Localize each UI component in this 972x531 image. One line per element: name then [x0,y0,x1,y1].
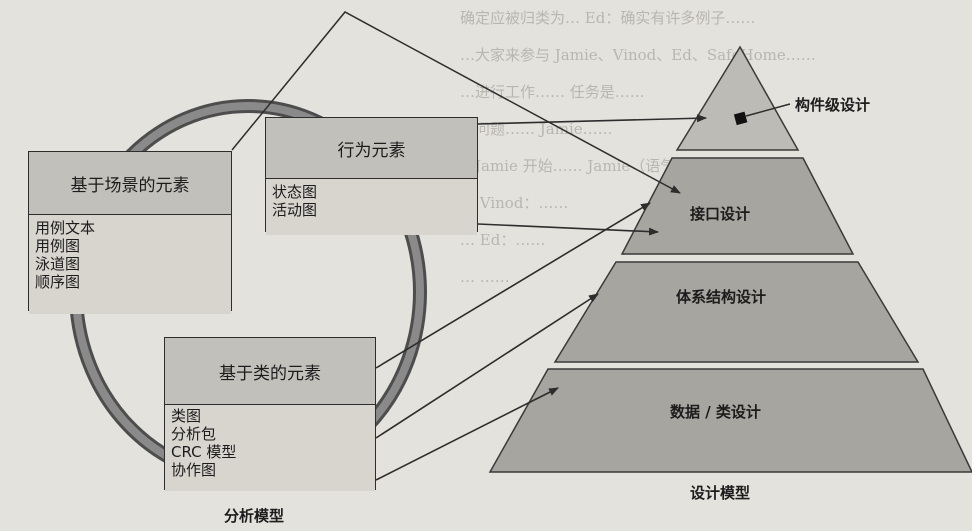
scenario-elements-list: 用例文本 用例图 泳道图 顺序图 [29,215,231,314]
behavior-to-interface-arrow [477,223,659,236]
layer-label-data-class: 数据 / 类设计 [670,403,761,421]
scenario-elements-box: 基于场景的元素 用例文本 用例图 泳道图 顺序图 [28,151,232,314]
list-item: 顺序图 [35,273,81,291]
behavior-to-component-arrow [477,114,707,125]
list-item: 状态图 [272,183,318,201]
scenario-elements-title: 基于场景的元素 [29,152,231,215]
list-item: 协作图 [171,461,217,479]
class-elements-box: 基于类的元素 类图 分析包 CRC 模型 协作图 [164,337,376,491]
list-item: CRC 模型 [171,443,237,461]
class-elements-list: 类图 分析包 CRC 模型 协作图 [165,405,375,491]
behavior-elements-box: 行为元素 状态图 活动图 [265,117,478,235]
list-item: 泳道图 [35,255,81,273]
behavior-elements-title: 行为元素 [266,118,477,179]
behavior-elements-list: 状态图 活动图 [266,179,477,235]
list-item: 用例图 [35,237,81,255]
pyramid-layer-component [675,45,800,151]
class-elements-title: 基于类的元素 [165,338,375,405]
list-item: 分析包 [171,425,217,443]
list-item: 类图 [171,407,202,425]
pyramid-layer-architecture [553,261,920,363]
list-item: 用例文本 [35,219,96,237]
layer-label-architecture: 体系结构设计 [676,288,766,306]
layer-label-component: 构件级设计 [795,96,870,114]
list-item: 活动图 [272,201,318,219]
analysis-model-caption: 分析模型 [224,507,285,525]
layer-label-interface: 接口设计 [690,205,750,223]
design-model-caption: 设计模型 [690,484,751,502]
